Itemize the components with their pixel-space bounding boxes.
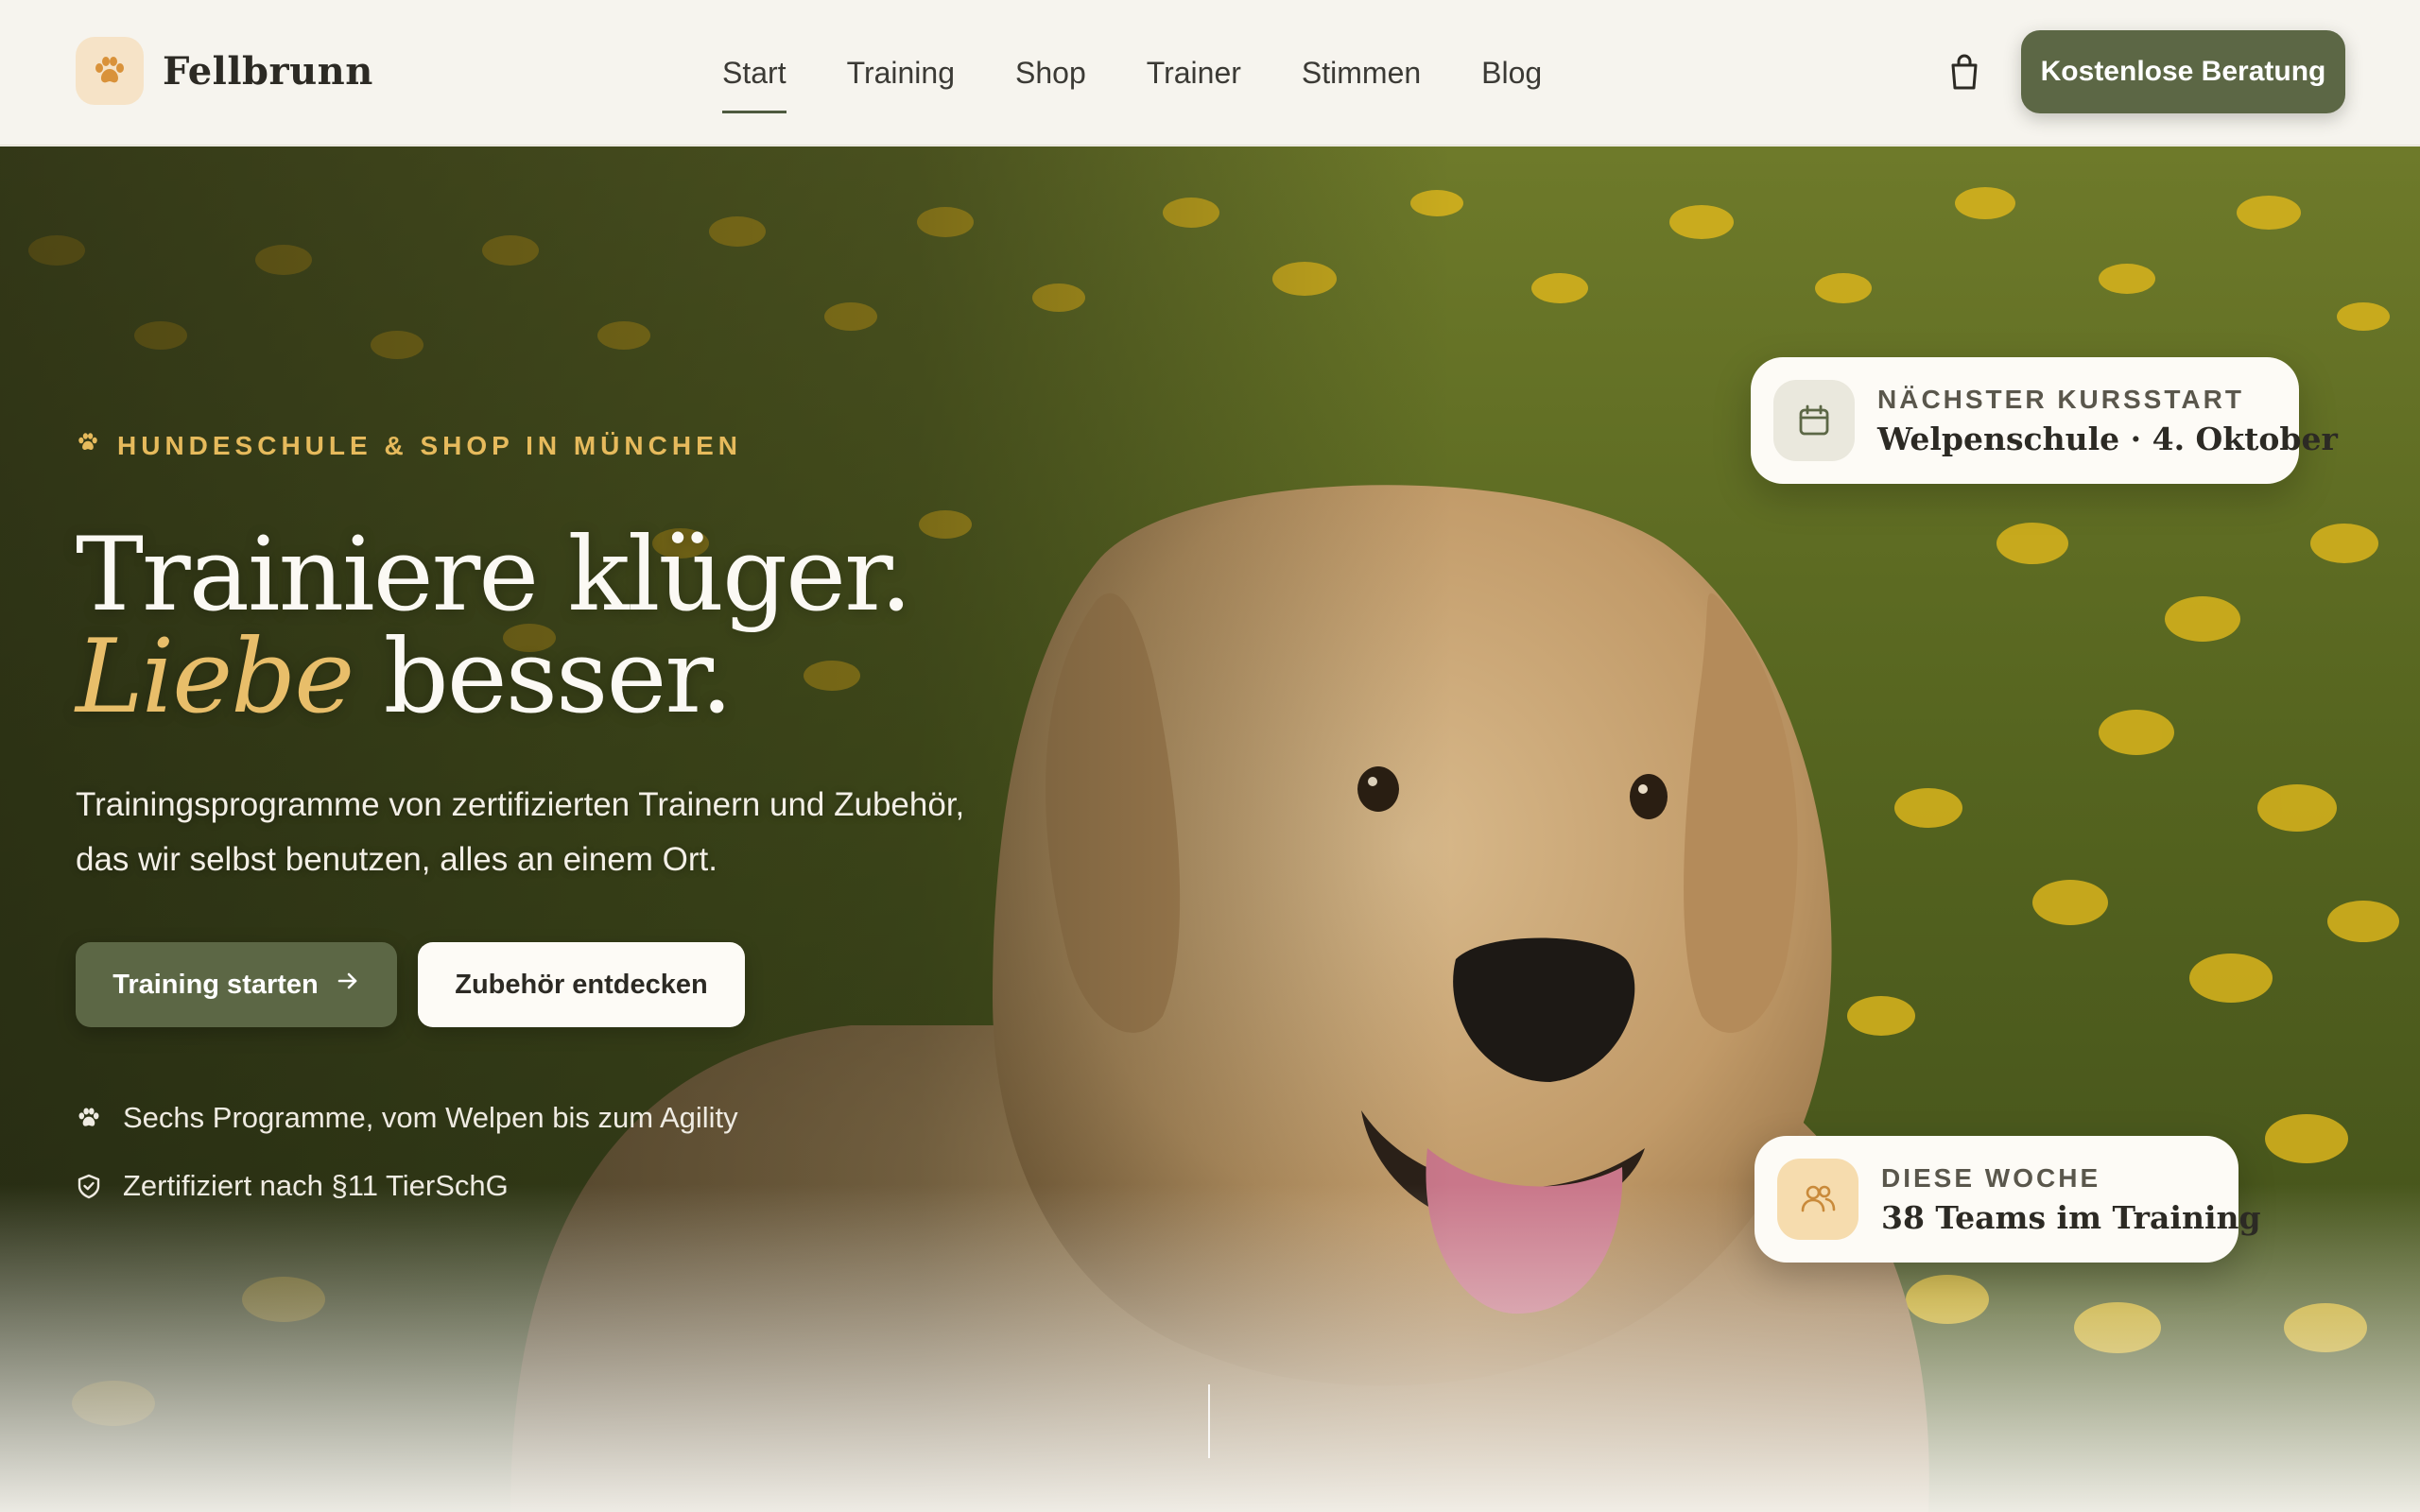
calendar-icon [1773, 380, 1855, 461]
users-icon [1777, 1159, 1858, 1240]
scroll-indicator[interactable] [1208, 1384, 1210, 1458]
headline-line-1: Trainiere klüger. [76, 516, 912, 634]
start-training-label: Training starten [112, 969, 319, 1000]
nav-start[interactable]: Start [722, 0, 786, 146]
feature-programs: Sechs Programme, vom Welpen bis zum Agil… [76, 1101, 738, 1135]
nav-shop[interactable]: Shop [1015, 0, 1086, 146]
nav-training[interactable]: Training [847, 0, 955, 146]
shield-check-icon [78, 1174, 100, 1199]
hero-eyebrow-text: HUNDESCHULE & SHOP IN MÜNCHEN [117, 430, 742, 460]
feature-certified: Zertifiziert nach §11 TierSchG [76, 1169, 509, 1203]
brand-name: Fellbrunn [163, 48, 373, 94]
hero-eyebrow: HUNDESCHULE & SHOP IN MÜNCHEN [76, 430, 742, 461]
site-header: Fellbrunn Start Training Shop Trainer St… [0, 0, 2420, 146]
feature-programs-text: Sechs Programme, vom Welpen bis zum Agil… [123, 1101, 738, 1134]
teams-value: 38 Teams im Training [1881, 1198, 2261, 1236]
main-nav: Start Training Shop Trainer Stimmen Blog [722, 0, 1602, 146]
paw-icon [76, 430, 100, 461]
nav-trainer[interactable]: Trainer [1147, 0, 1241, 146]
hero-section: HUNDESCHULE & SHOP IN MÜNCHEN Trainiere … [0, 146, 2420, 1512]
start-training-button[interactable]: Training starten [76, 942, 397, 1027]
shopping-bag-icon[interactable] [1944, 51, 1985, 93]
headline-accent: Liebe [76, 618, 354, 736]
teams-label: DIESE WOCHE [1881, 1162, 2101, 1193]
feature-certified-text: Zertifiziert nach §11 TierSchG [123, 1169, 509, 1202]
arrow-right-icon [336, 969, 360, 1001]
paw-icon [78, 1108, 99, 1126]
next-course-value: Welpenschule · 4. Oktober [1877, 420, 2338, 457]
nav-blog[interactable]: Blog [1481, 0, 1542, 146]
brand-logo[interactable]: Fellbrunn [76, 37, 373, 105]
hero-headline: Trainiere klüger. Liebe besser. [76, 516, 912, 729]
nav-stimmen[interactable]: Stimmen [1302, 0, 1421, 146]
discover-accessories-button[interactable]: Zubehör entdecken [418, 942, 745, 1027]
free-consultation-button[interactable]: Kostenlose Beratung [2021, 30, 2345, 113]
headline-line-2: Liebe besser. [76, 627, 910, 729]
next-course-label: NÄCHSTER KURSSTART [1877, 384, 2244, 414]
paw-icon [76, 37, 144, 105]
next-course-card: NÄCHSTER KURSSTART Welpenschule · 4. Okt… [1751, 357, 2338, 484]
teams-this-week-card: DIESE WOCHE 38 Teams im Training [1754, 1136, 2261, 1263]
headline-rest: besser. [353, 618, 734, 736]
hero-subtext: Trainingsprogramme von zertifizierten Tr… [76, 786, 965, 878]
